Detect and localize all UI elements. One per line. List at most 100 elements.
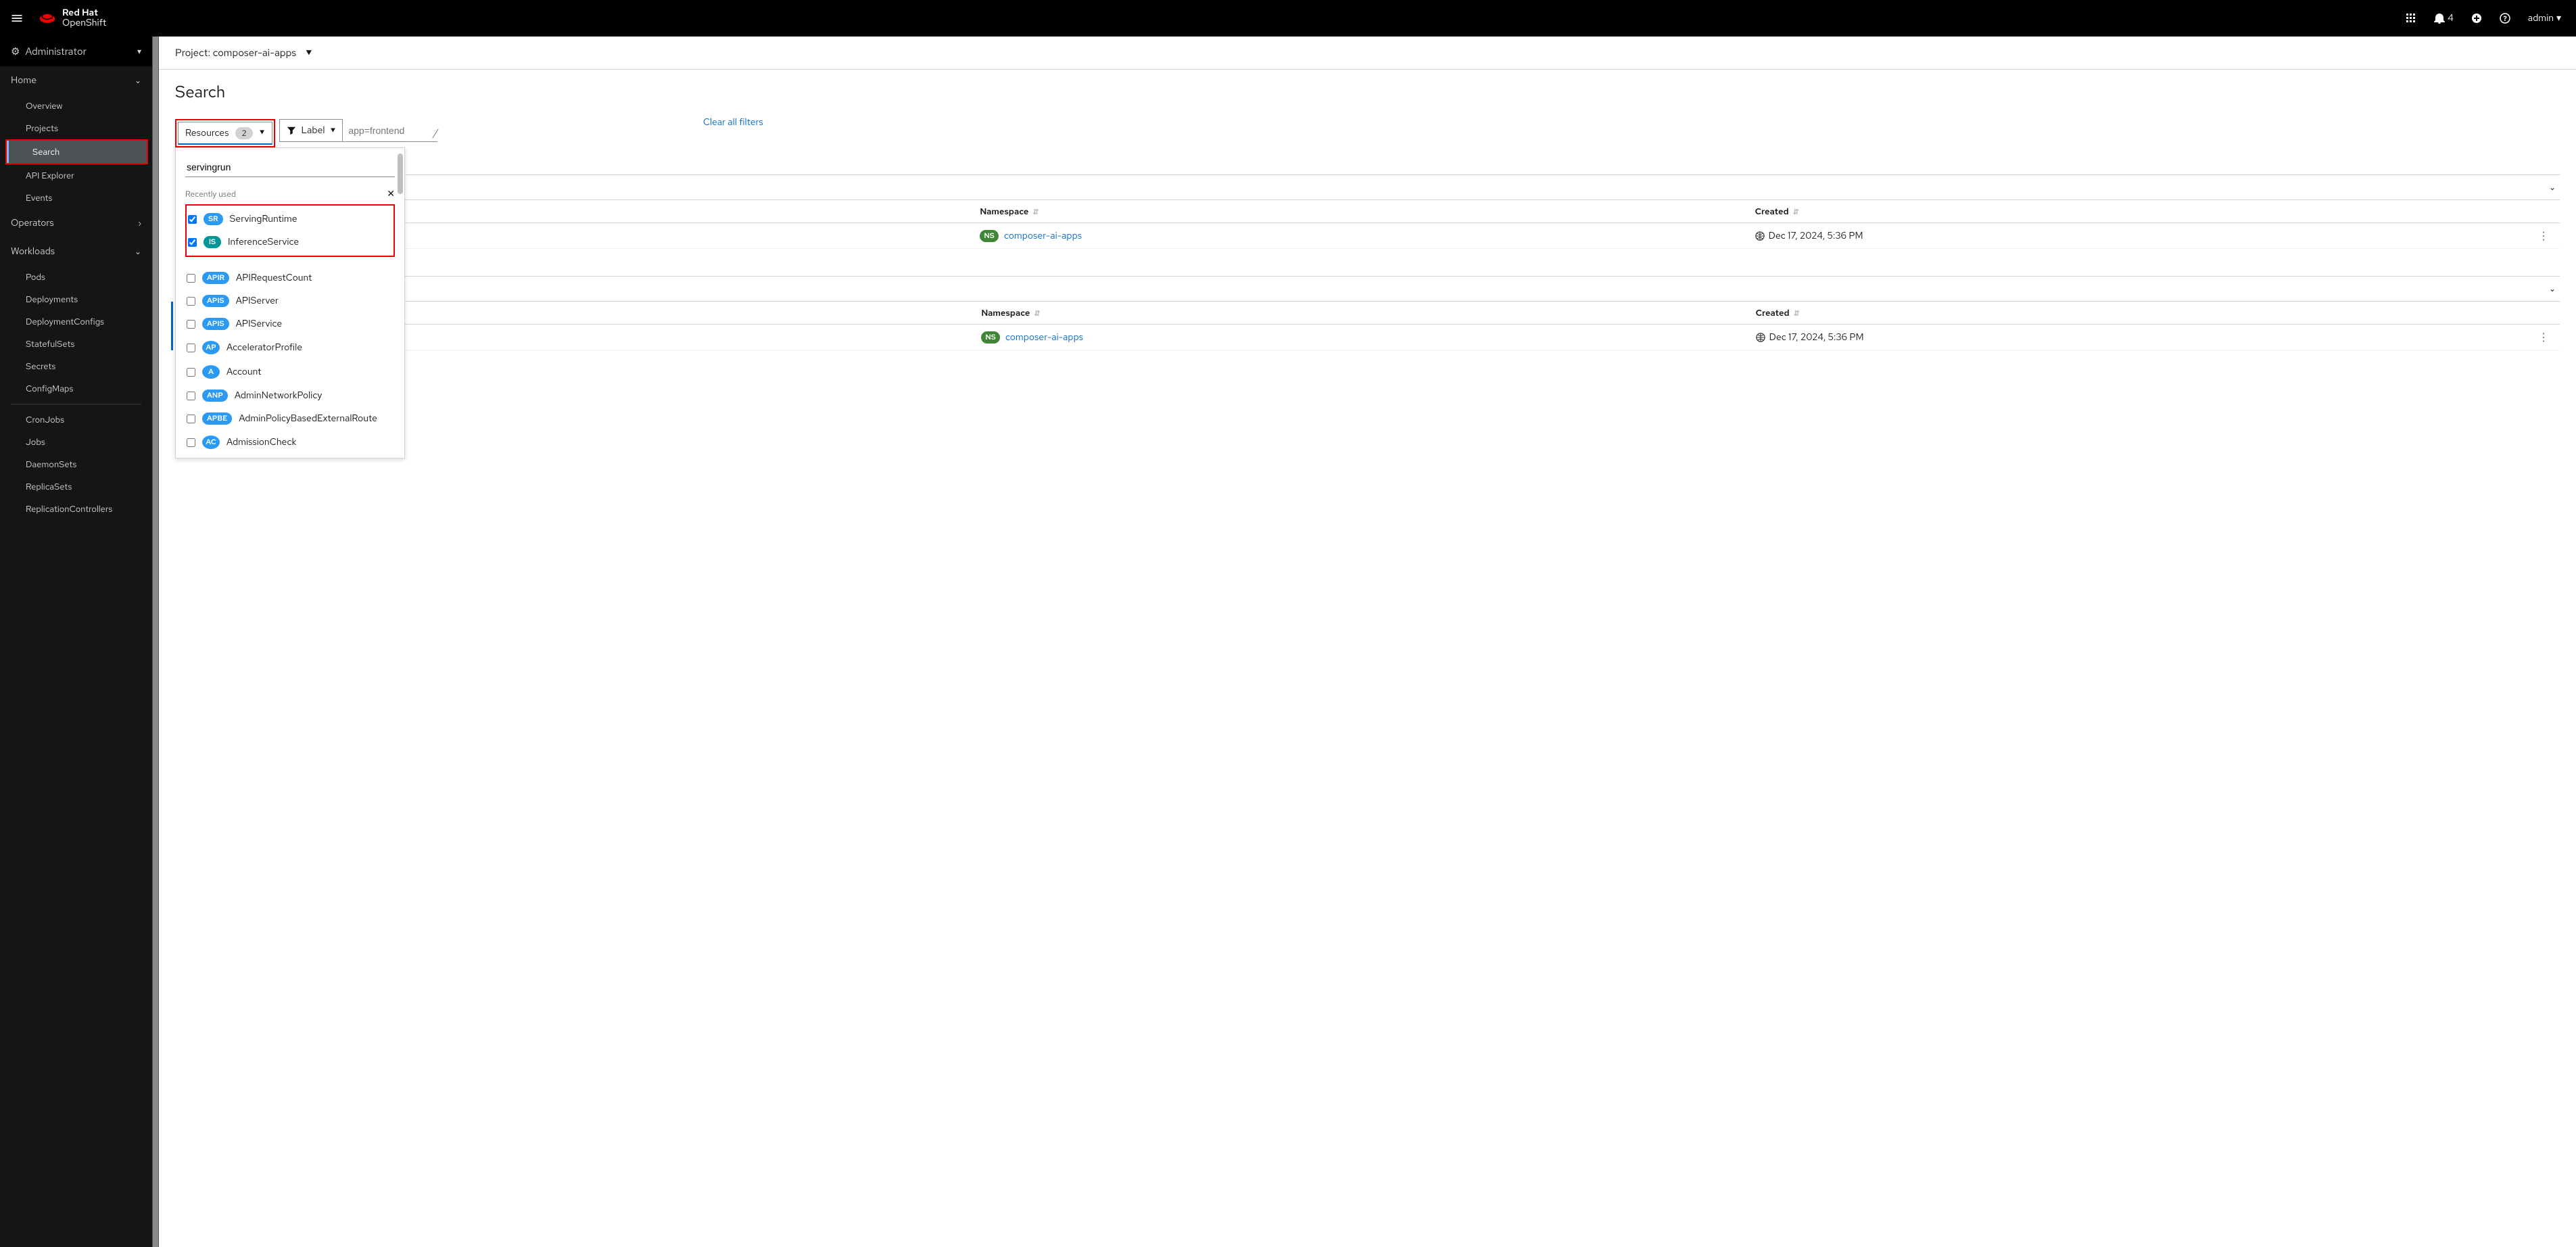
recently-used-label: Recently used [185, 189, 236, 199]
resource-checkbox[interactable] [187, 274, 195, 283]
resource-name: Account [226, 366, 261, 378]
nav-workloads-deploymentconfigs[interactable]: DeploymentConfigs [0, 310, 152, 333]
import-button[interactable] [2471, 13, 2482, 24]
col-created[interactable]: Created [1755, 206, 1789, 217]
resource-badge-icon: APIR [202, 272, 229, 284]
resource-option[interactable]: ACAdmissionCheck [185, 430, 395, 454]
nav-workloads-deployments[interactable]: Deployments [0, 288, 152, 310]
kebab-menu[interactable]: ⋮ [2530, 330, 2557, 344]
sort-icon[interactable]: ⇵ [1794, 309, 1800, 319]
resource-badge-icon: APIS [202, 318, 229, 330]
resource-option[interactable]: APISAPIService [185, 312, 395, 335]
resource-option[interactable]: APISAPIServer [185, 289, 395, 312]
resource-checkbox[interactable] [187, 368, 195, 377]
resource-option[interactable]: APIRAPIRequestCount [185, 266, 395, 289]
nav-home-api-explorer[interactable]: API Explorer [0, 164, 152, 187]
caret-down-icon[interactable]: ▼ [306, 47, 312, 59]
resource-checkbox[interactable] [188, 215, 197, 224]
nav-home-overview[interactable]: Overview [0, 95, 152, 117]
sort-icon[interactable]: ⇵ [1032, 208, 1039, 217]
page-title: Search [175, 82, 2560, 103]
section-toggle[interactable]: ⌄ [2549, 182, 2560, 193]
resource-checkbox[interactable] [187, 415, 195, 423]
resource-badge-icon: ANP [202, 390, 228, 402]
nav-workloads-secrets[interactable]: Secrets [0, 355, 152, 377]
resource-badge-icon: SR [204, 213, 223, 225]
resource-name: AcceleratorProfile [226, 342, 302, 354]
resource-name: InferenceService [228, 236, 299, 248]
resources-dropdown: Recently used ✕ SR ServingRuntime IS Infere… [175, 147, 405, 458]
caret-down-icon: ▼ [330, 126, 335, 135]
resource-checkbox[interactable] [187, 320, 195, 329]
label-filter-button[interactable]: Label ▼ [279, 119, 343, 142]
resource-badge-icon: A [202, 365, 220, 379]
globe-icon [1755, 231, 1765, 241]
sort-icon[interactable]: ⇵ [1793, 208, 1799, 217]
resource-option[interactable]: SR ServingRuntime [187, 208, 391, 231]
nav-home-projects[interactable]: Projects [0, 117, 152, 139]
close-icon[interactable]: ✕ [387, 188, 395, 200]
notifications-button[interactable]: 4 [2434, 12, 2454, 24]
user-menu[interactable]: admin ▾ [2528, 12, 2561, 24]
nav-workloads-replicasets[interactable]: ReplicaSets [0, 475, 152, 498]
nav-workloads-pods[interactable]: Pods [0, 266, 152, 288]
perspective-switcher[interactable]: ⚙Administrator ▾ [0, 37, 152, 66]
resource-checkbox[interactable] [187, 438, 195, 447]
globe-icon [1756, 333, 1765, 342]
nav-workloads-cronjobs[interactable]: CronJobs [0, 408, 152, 431]
namespace-link[interactable]: composer-ai-apps [1004, 230, 1082, 242]
kebab-menu[interactable]: ⋮ [2530, 229, 2557, 243]
nav-workloads-jobs[interactable]: Jobs [0, 431, 152, 453]
resource-checkbox[interactable] [187, 392, 195, 400]
dropdown-scrollbar[interactable] [398, 154, 403, 194]
table-row: NS composer-ai-apps Dec 17, 2024, 5:36 P… [175, 223, 2560, 249]
resource-name: AdminPolicyBasedExternalRoute [239, 413, 377, 425]
svg-text:?: ? [2503, 15, 2507, 24]
nav-workloads-configmaps[interactable]: ConfigMaps [0, 377, 152, 400]
resource-checkbox[interactable] [187, 297, 195, 306]
resource-badge-icon: AP [202, 341, 220, 354]
resource-search-input[interactable] [185, 158, 395, 177]
namespace-badge: NS [980, 230, 999, 242]
sidebar-scrollbar[interactable] [152, 37, 159, 1247]
nav-workloads-replicationcontrollers[interactable]: ReplicationControllers [0, 498, 152, 520]
col-namespace[interactable]: Namespace [981, 307, 1030, 319]
caret-down-icon: ▾ [137, 46, 141, 57]
nav-workloads-statefulsets[interactable]: StatefulSets [0, 333, 152, 355]
resource-option[interactable]: ANP AdminNetworkPolicy [185, 384, 395, 407]
clear-all-filters-link[interactable]: Clear all filters [703, 116, 763, 128]
project-selector[interactable]: Project: composer-ai-apps [175, 46, 296, 60]
col-created[interactable]: Created [1756, 307, 1790, 319]
nav-home-search[interactable]: Search [7, 141, 147, 163]
namespace-link[interactable]: composer-ai-apps [1005, 331, 1083, 344]
namespace-badge: NS [981, 331, 1000, 344]
sort-icon[interactable]: ⇵ [1034, 309, 1040, 319]
label-filter-input[interactable] [343, 119, 437, 142]
app-launcher-icon[interactable] [2406, 13, 2416, 24]
resource-name: AdmissionCheck [226, 436, 296, 448]
nav-home-events[interactable]: Events [0, 187, 152, 209]
redhat-logo-icon [38, 11, 57, 26]
resource-option[interactable]: A Account [185, 360, 395, 384]
section-toggle[interactable]: ⌄ [2549, 283, 2560, 294]
resource-option[interactable]: IS InferenceService [187, 231, 391, 254]
nav-home[interactable]: Home ⌄ [0, 66, 152, 95]
resource-badge-icon: IS [204, 236, 221, 248]
nav-operators[interactable]: Operators › [0, 209, 152, 237]
resource-checkbox[interactable] [187, 344, 195, 352]
resource-badge-icon: APBE [202, 413, 232, 425]
brand-line2: OpenShift [62, 18, 106, 28]
nav-workloads-daemonsets[interactable]: DaemonSets [0, 453, 152, 475]
chevron-down-icon: ⌄ [135, 246, 141, 257]
nav-workloads[interactable]: Workloads ⌄ [0, 237, 152, 266]
help-button[interactable]: ? [2500, 13, 2510, 24]
resource-option[interactable]: AP AcceleratorProfile [185, 335, 395, 360]
resources-filter-button[interactable]: Resources 2 ▼ [178, 122, 272, 145]
resource-badge-icon: APIS [202, 295, 229, 307]
col-namespace[interactable]: Namespace [980, 206, 1028, 217]
resource-option[interactable]: APBE AdminPolicyBasedExternalRoute [185, 407, 395, 430]
nav-toggle[interactable] [0, 0, 34, 37]
resource-checkbox[interactable] [188, 238, 197, 247]
resource-name: AdminNetworkPolicy [235, 390, 323, 402]
resource-name: ServingRuntime [230, 213, 297, 225]
